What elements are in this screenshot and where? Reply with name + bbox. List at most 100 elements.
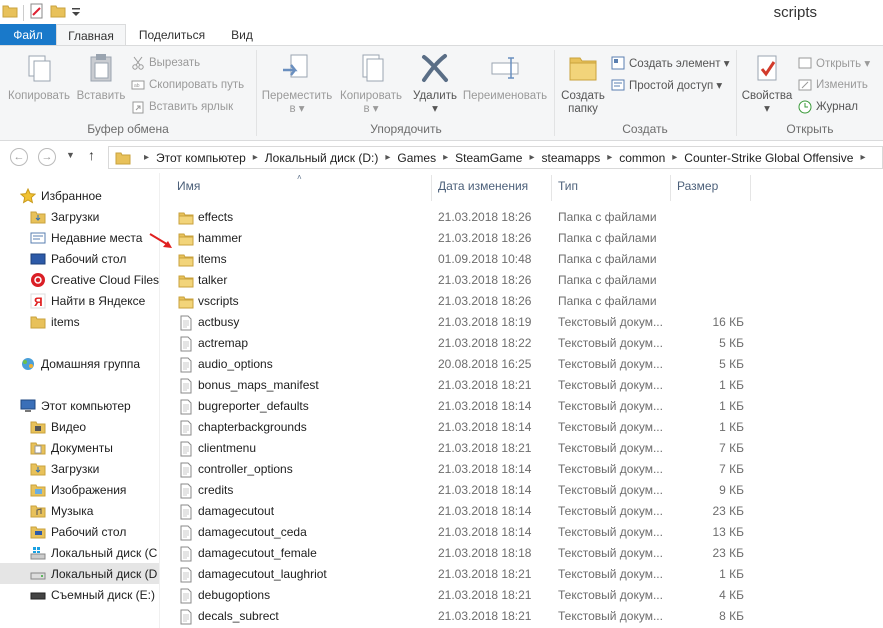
file-type: Папка с файлами xyxy=(558,231,657,245)
file-row[interactable]: credits 21.03.2018 18:14 Текстовый докум..… xyxy=(160,480,883,501)
cut-button[interactable]: Вырезать xyxy=(131,54,200,72)
open-button[interactable]: Открыть ▾ xyxy=(798,54,870,72)
nav-item-desktop[interactable]: Рабочий стол xyxy=(30,248,159,269)
new-item-button[interactable]: Создать элемент ▾ xyxy=(611,54,730,72)
paste-button[interactable]: Вставить xyxy=(76,52,126,103)
properties-button[interactable]: Свойства ▾ xyxy=(740,52,794,116)
column-header-type[interactable]: Тип xyxy=(558,179,578,193)
recent-locations-chevron-icon[interactable]: ▼ xyxy=(66,150,75,160)
tab-home[interactable]: Главная xyxy=(56,24,126,46)
file-row[interactable]: actremap 21.03.2018 18:22 Текстовый докум.… xyxy=(160,333,883,354)
nav-item-recent-places[interactable]: Недавние места xyxy=(30,227,159,248)
forward-button[interactable]: → xyxy=(38,148,56,166)
customize-qat-icon[interactable] xyxy=(71,3,81,22)
properties-icon[interactable] xyxy=(29,3,45,22)
nav-item-desktop-pc[interactable]: Рабочий стол xyxy=(30,521,159,542)
folder-row[interactable]: effects 21.03.2018 18:26 Папка с файлами xyxy=(160,207,883,228)
text-document-icon xyxy=(178,357,194,373)
file-row[interactable]: chapterbackgrounds 21.03.2018 18:14 Тексто… xyxy=(160,417,883,438)
chevron-right-icon[interactable]: ▸ xyxy=(529,152,534,163)
nav-this-pc[interactable]: Этот компьютер xyxy=(20,395,159,416)
up-button[interactable]: ↑ xyxy=(88,147,95,163)
chevron-right-icon[interactable]: ▸ xyxy=(253,152,258,163)
properties-check-icon xyxy=(751,52,783,84)
file-name: effects xyxy=(198,210,234,224)
tab-view[interactable]: Вид xyxy=(218,24,266,46)
nav-homegroup[interactable]: Домашняя группа xyxy=(20,353,159,374)
easy-access-button[interactable]: Простой доступ ▾ xyxy=(611,76,722,94)
nav-item-drive-e[interactable]: Съемный диск (E:) xyxy=(30,584,159,605)
ribbon-tabs: Файл Главная Поделиться Вид xyxy=(0,24,883,46)
chevron-right-icon[interactable]: ▸ xyxy=(443,152,448,163)
file-row[interactable]: bonus_maps_manifest 21.03.2018 18:21 Текст… xyxy=(160,375,883,396)
address-bar[interactable]: ▸ Этот компьютер ▸ Локальный диск (D:) ▸… xyxy=(108,146,883,169)
file-row[interactable]: audio_options 20.08.2018 16:25 Текстовый д… xyxy=(160,354,883,375)
videos-folder-icon xyxy=(30,421,46,433)
paste-shortcut-button[interactable]: Вставить ярлык xyxy=(131,98,233,116)
file-row[interactable]: debugoptions 21.03.2018 18:21 Текстовый до… xyxy=(160,585,883,606)
file-row[interactable]: damagecutout_laughriot 21.03.2018 18:21 Те… xyxy=(160,564,883,585)
folder-row[interactable]: talker 21.03.2018 18:26 Папка с файлами xyxy=(160,270,883,291)
music-folder-icon xyxy=(30,505,46,517)
file-row[interactable]: decals_subrect 21.03.2018 18:21 Текстовый … xyxy=(160,606,883,627)
column-header-date[interactable]: Дата изменения xyxy=(438,179,528,193)
nav-item-documents[interactable]: Документы xyxy=(30,437,159,458)
nav-item-music[interactable]: Музыка xyxy=(30,500,159,521)
file-name: damagecutout_ceda xyxy=(198,525,307,539)
chevron-right-icon[interactable]: ▸ xyxy=(385,152,390,163)
tab-share[interactable]: Поделиться xyxy=(126,24,218,46)
nav-item-downloads[interactable]: Загрузки xyxy=(30,206,159,227)
breadcrumb-computer[interactable]: Этот компьютер xyxy=(156,151,246,165)
nav-item-pictures[interactable]: Изображения xyxy=(30,479,159,500)
drive-icon xyxy=(30,572,46,579)
breadcrumb-steamgame[interactable]: SteamGame xyxy=(455,151,522,165)
file-row[interactable]: controller_options 21.03.2018 18:14 Тексто… xyxy=(160,459,883,480)
copy-button[interactable]: Копировать xyxy=(6,52,72,103)
breadcrumb-games[interactable]: Games xyxy=(397,151,436,165)
file-name: credits xyxy=(198,483,234,497)
column-header-size[interactable]: Размер xyxy=(677,179,718,193)
folder-row[interactable]: items 01.09.2018 10:48 Папка с файлами xyxy=(160,249,883,270)
new-folder-icon[interactable] xyxy=(50,3,66,22)
back-button[interactable]: ← xyxy=(10,148,28,166)
nav-item-downloads-pc[interactable]: Загрузки xyxy=(30,458,159,479)
file-row[interactable]: damagecutout_ceda 21.03.2018 18:14 Текстов… xyxy=(160,522,883,543)
breadcrumb-drive-d[interactable]: Локальный диск (D:) xyxy=(265,151,379,165)
edit-button[interactable]: Изменить xyxy=(798,76,868,94)
chevron-right-icon[interactable]: ▸ xyxy=(860,152,865,163)
file-row[interactable]: bugreporter_defaults 21.03.2018 18:14 Текс… xyxy=(160,396,883,417)
delete-button[interactable]: Удалить ▾ xyxy=(410,52,460,116)
nav-item-items[interactable]: items xyxy=(30,311,159,332)
nav-item-yandex[interactable]: Я Найти в Яндексе xyxy=(30,290,159,311)
copy-path-button[interactable]: ab Скопировать путь xyxy=(131,76,244,94)
new-folder-button[interactable]: Создать папку xyxy=(558,52,608,116)
file-row[interactable]: actbusy 21.03.2018 18:19 Текстовый докум..… xyxy=(160,312,883,333)
history-button[interactable]: Журнал xyxy=(798,98,858,116)
nav-item-creative-cloud[interactable]: Creative Cloud Files xyxy=(30,269,159,290)
move-to-button[interactable]: Переместить в ▾ xyxy=(261,52,333,116)
chevron-right-icon[interactable]: ▸ xyxy=(607,152,612,163)
folder-row[interactable]: vscripts 21.03.2018 18:26 Папка с файлами xyxy=(160,291,883,312)
breadcrumb-steamapps[interactable]: steamapps xyxy=(542,151,601,165)
file-date: 21.03.2018 18:22 xyxy=(438,336,532,350)
file-date: 20.08.2018 16:25 xyxy=(438,357,532,371)
column-header-name[interactable]: Имя xyxy=(177,179,200,193)
file-row[interactable]: damagecutout 21.03.2018 18:14 Текстовый до… xyxy=(160,501,883,522)
file-row[interactable]: damagecutout_female 21.03.2018 18:18 Текст… xyxy=(160,543,883,564)
file-row[interactable]: clientmenu 21.03.2018 18:21 Текстовый доку… xyxy=(160,438,883,459)
breadcrumb-csgo[interactable]: Counter-Strike Global Offensive xyxy=(684,151,853,165)
tab-file[interactable]: Файл xyxy=(0,24,56,46)
breadcrumb-common[interactable]: common xyxy=(619,151,665,165)
nav-favorites[interactable]: Избранное xyxy=(20,185,159,206)
file-size: 7 КБ xyxy=(719,441,744,455)
chevron-right-icon[interactable]: ▸ xyxy=(672,152,677,163)
copy-to-button[interactable]: Копировать в ▾ xyxy=(335,52,407,116)
file-type: Текстовый докум... xyxy=(558,483,663,497)
nav-item-drive-d[interactable]: Локальный диск (D xyxy=(0,563,159,584)
nav-item-videos[interactable]: Видео xyxy=(30,416,159,437)
rename-button[interactable]: Переименовать xyxy=(460,52,550,103)
file-type: Текстовый докум... xyxy=(558,315,663,329)
folder-row[interactable]: hammer 21.03.2018 18:26 Папка с файлами xyxy=(160,228,883,249)
nav-item-drive-c[interactable]: Локальный диск (C xyxy=(30,542,159,563)
text-document-icon xyxy=(178,336,194,352)
